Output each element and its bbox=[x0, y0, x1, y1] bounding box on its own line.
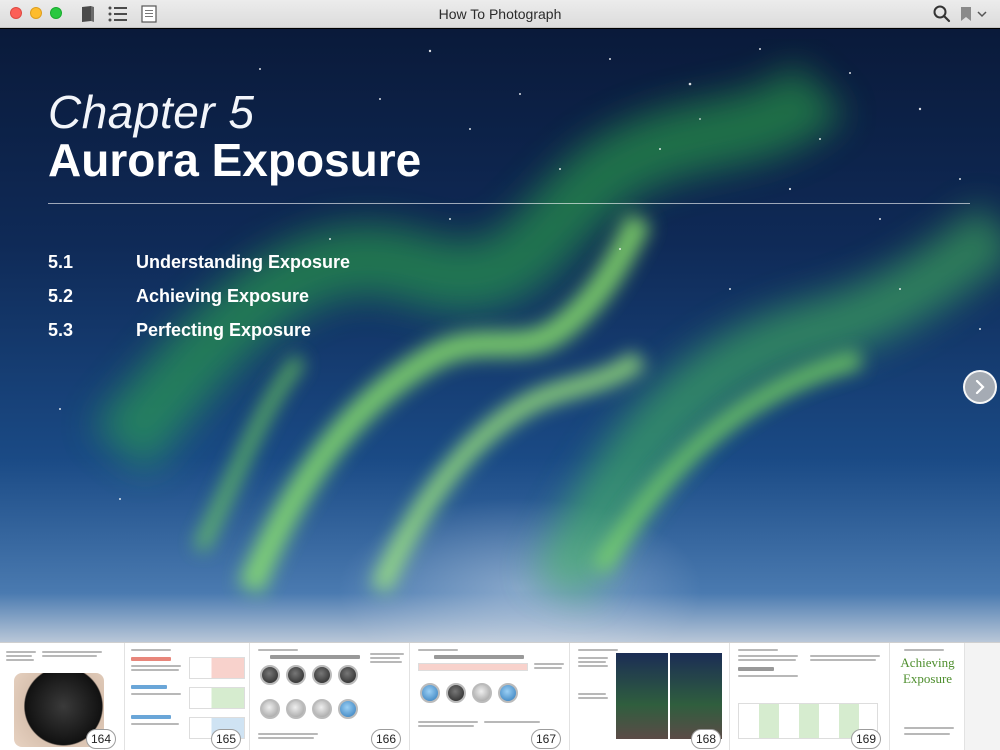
minimize-window-button[interactable] bbox=[30, 7, 42, 19]
toc-item-5-1[interactable]: 5.1 Understanding Exposure bbox=[48, 245, 350, 279]
page-thumbnail-strip[interactable]: 164 165 166 167 168 169 Achieving Exposu… bbox=[0, 642, 1000, 750]
toc-item-label: Perfecting Exposure bbox=[136, 319, 312, 340]
page-thumbnail[interactable]: Achieving Exposure bbox=[890, 643, 965, 750]
traffic-lights bbox=[10, 7, 62, 19]
toc-item-number: 5.3 bbox=[48, 319, 74, 340]
chapter-label: Chapter 5 bbox=[48, 86, 255, 138]
chevron-down-icon[interactable] bbox=[975, 3, 989, 25]
page-number-badge: 168 bbox=[691, 729, 721, 749]
toc-item-5-2[interactable]: 5.2 Achieving Exposure bbox=[48, 279, 350, 313]
page-thumbnail[interactable]: 164 bbox=[0, 643, 125, 750]
aurora-photo bbox=[670, 653, 722, 739]
page-thumbnail[interactable]: 167 bbox=[410, 643, 570, 750]
thumbnail-title-line: Exposure bbox=[902, 671, 953, 686]
toc-item-label: Achieving Exposure bbox=[136, 285, 310, 306]
page-number-badge: 165 bbox=[211, 729, 241, 749]
toc-list-icon[interactable] bbox=[106, 3, 130, 25]
chapter-cover: Chapter 5 Aurora Exposure 5.1 Understand… bbox=[0, 29, 1000, 642]
page-number-badge: 166 bbox=[371, 729, 401, 749]
toc-item-number: 5.1 bbox=[48, 251, 74, 272]
page-number-badge: 169 bbox=[851, 729, 881, 749]
chapter-title: Aurora Exposure bbox=[48, 134, 422, 186]
toc-item-number: 5.2 bbox=[48, 285, 74, 306]
chapter-toc: 5.1 Understanding Exposure 5.2 Achieving… bbox=[48, 245, 350, 347]
window-titlebar: How To Photograph bbox=[0, 0, 1000, 28]
title-divider bbox=[48, 203, 970, 204]
toc-item-5-3[interactable]: 5.3 Perfecting Exposure bbox=[48, 313, 350, 347]
notes-icon[interactable] bbox=[138, 3, 160, 25]
page-thumbnail[interactable]: 169 bbox=[730, 643, 890, 750]
bookmark-icon[interactable] bbox=[958, 3, 974, 25]
search-icon[interactable] bbox=[931, 3, 953, 25]
aurora-photo bbox=[616, 653, 668, 739]
library-icon[interactable] bbox=[77, 3, 99, 25]
page-number-badge: 167 bbox=[531, 729, 561, 749]
page-number-badge: 164 bbox=[86, 729, 116, 749]
page-thumbnail[interactable]: 166 bbox=[250, 643, 410, 750]
chevron-right-icon bbox=[975, 380, 985, 394]
toc-item-label: Understanding Exposure bbox=[136, 251, 351, 272]
maximize-window-button[interactable] bbox=[50, 7, 62, 19]
thumbnail-title-line: Achieving bbox=[900, 655, 955, 670]
page-thumbnail[interactable]: 165 bbox=[125, 643, 250, 750]
next-page-button[interactable] bbox=[963, 370, 997, 404]
page-thumbnail[interactable]: 168 bbox=[570, 643, 730, 750]
close-window-button[interactable] bbox=[10, 7, 22, 19]
